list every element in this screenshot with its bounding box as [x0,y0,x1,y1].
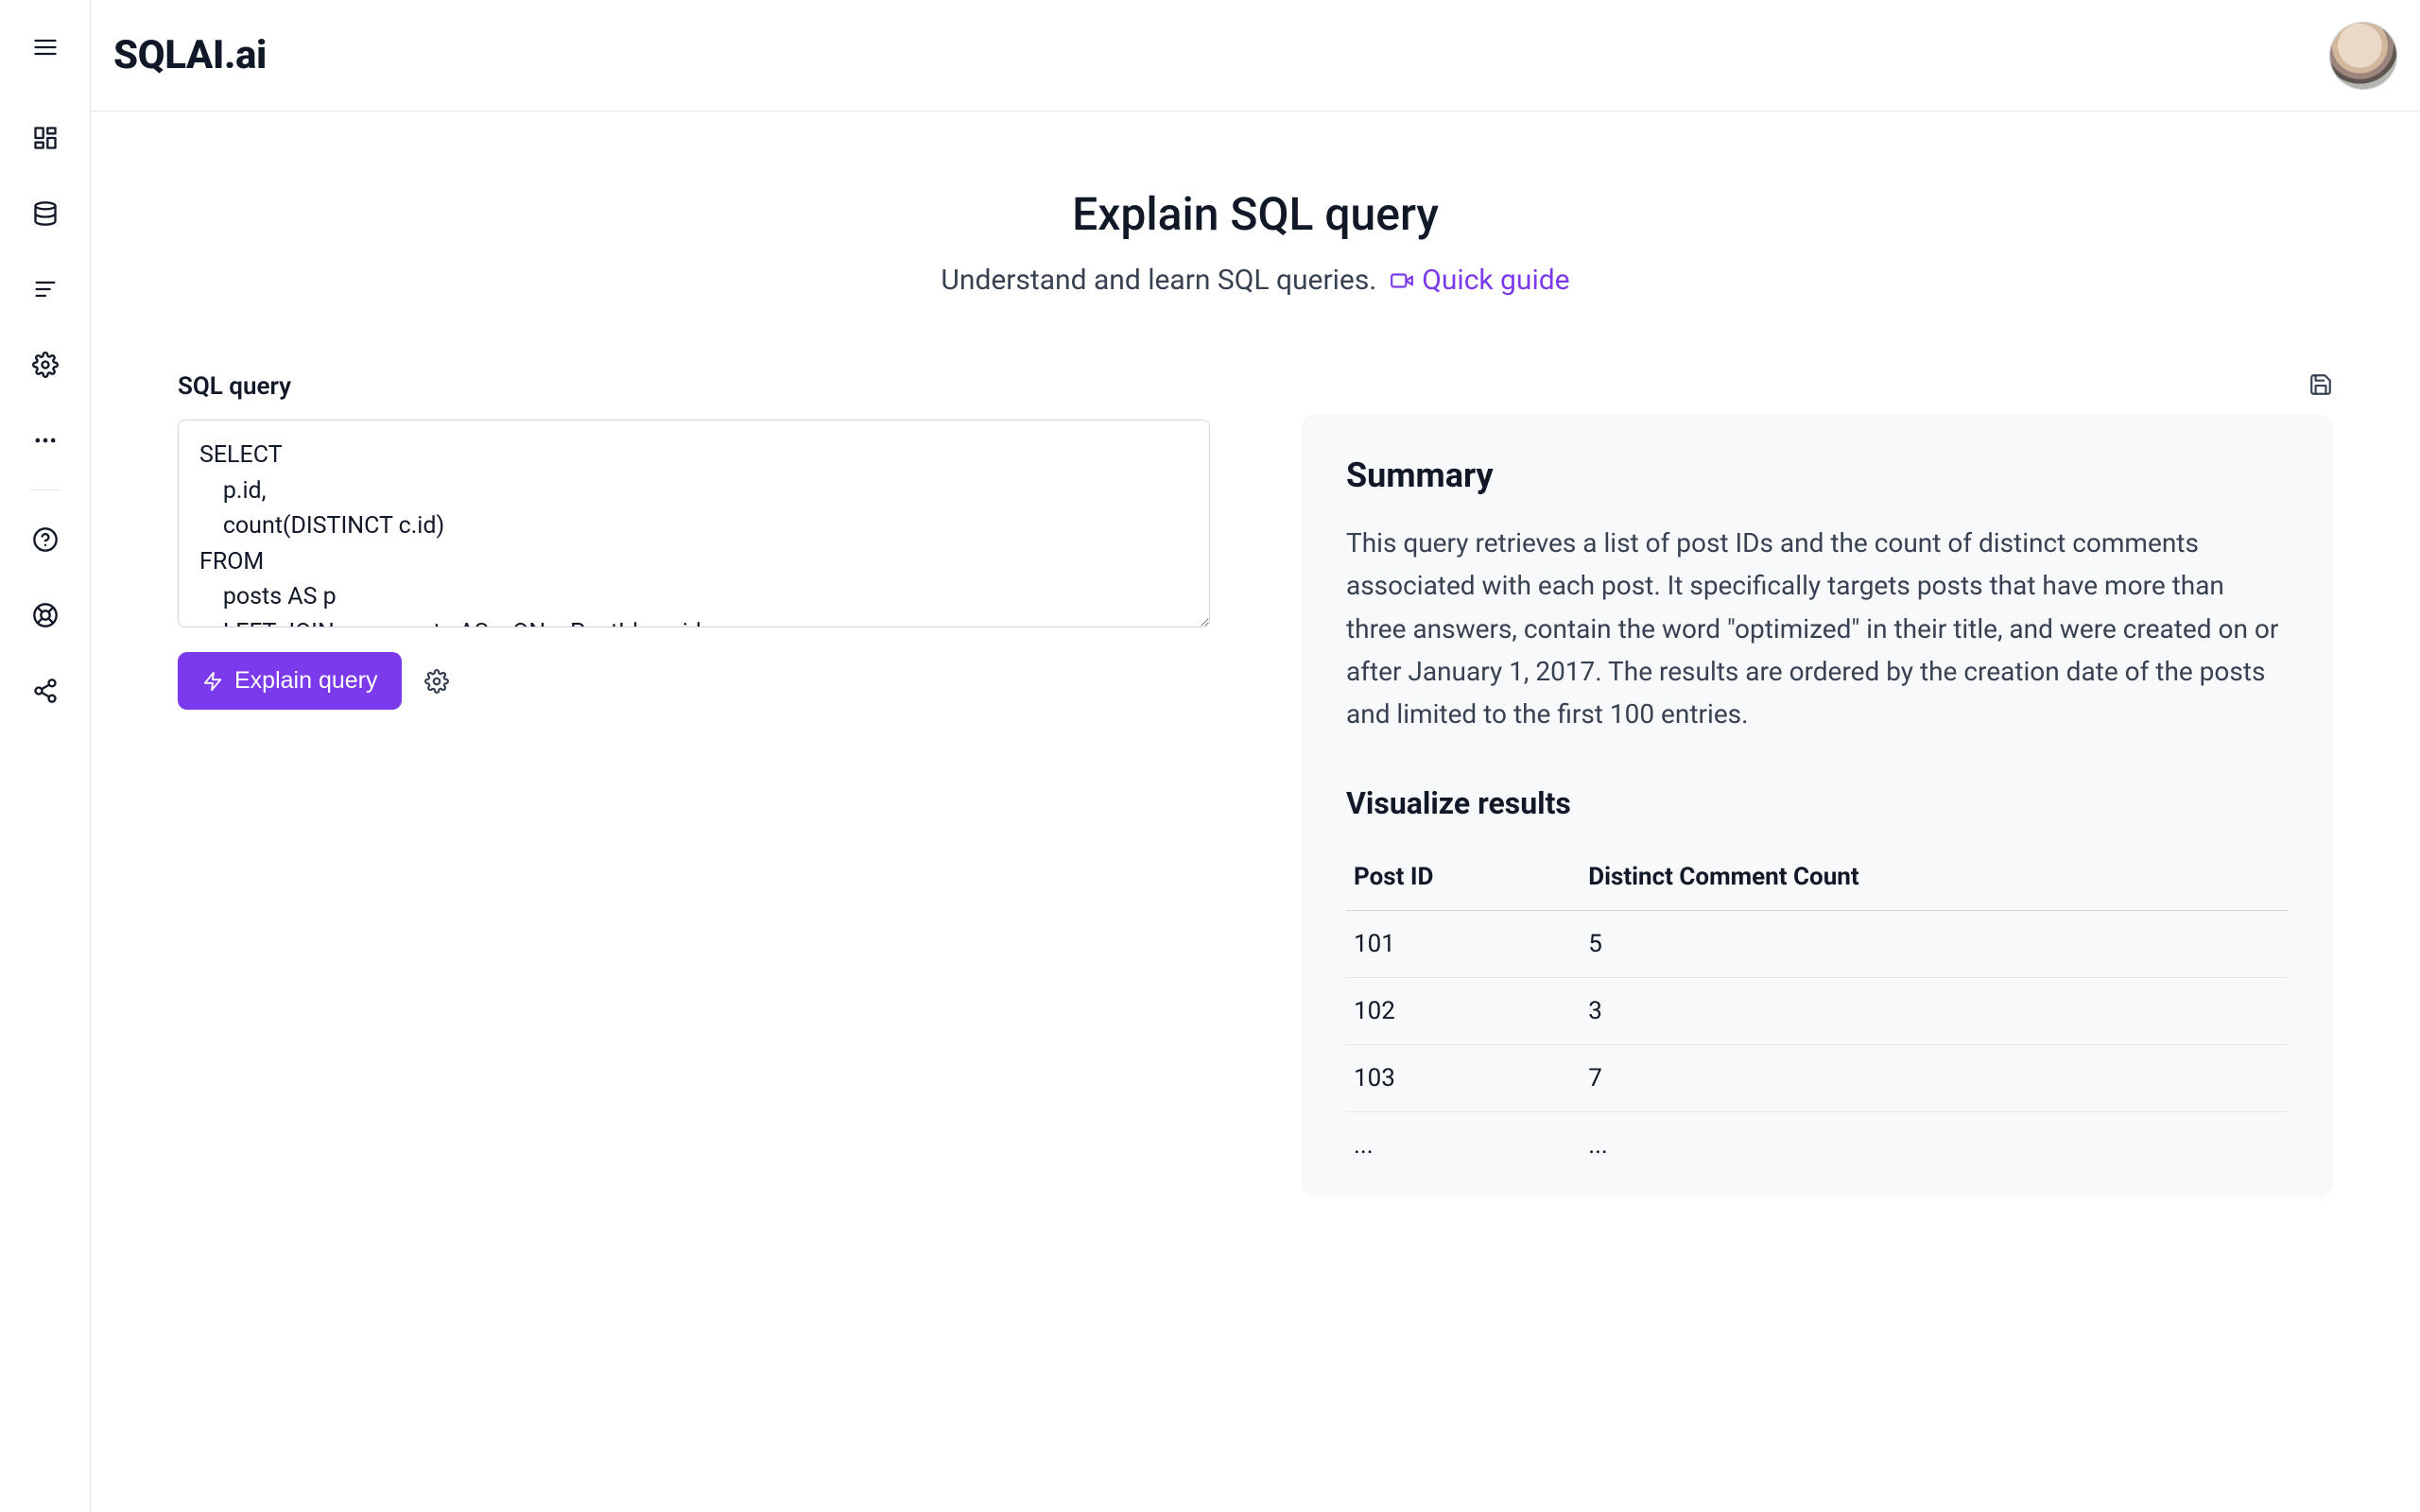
video-icon [1390,268,1414,293]
bolt-icon [202,671,223,692]
table-row: 1037 [1346,1044,2288,1111]
table-cell: ... [1346,1111,1581,1178]
save-icon [2308,372,2333,397]
lifebuoy-icon[interactable] [19,589,72,642]
summary-heading: Summary [1346,455,2288,495]
table-cell: 101 [1346,910,1581,977]
page-title: Explain SQL query [178,187,2333,241]
explain-query-button[interactable]: Explain query [178,652,402,710]
dashboard-icon[interactable] [19,112,72,164]
text-lines-icon[interactable] [19,263,72,316]
table-cell: 103 [1346,1044,1581,1111]
quick-guide-link[interactable]: Quick guide [1390,264,1569,297]
table-cell: 7 [1581,1044,2288,1111]
table-cell: 3 [1581,977,2288,1044]
database-icon[interactable] [19,187,72,240]
page-subtitle: Understand and learn SQL queries. Quick … [941,264,1569,297]
results-table: Post IDDistinct Comment Count 1015102310… [1346,844,2288,1178]
table-column-header: Post ID [1346,844,1581,911]
ellipsis-icon[interactable] [19,414,72,467]
summary-panel: Summary This query retrieves a list of p… [1301,414,2333,1197]
gear-icon[interactable] [19,338,72,391]
summary-text: This query retrieves a list of post IDs … [1346,522,2288,736]
table-cell: 102 [1346,977,1581,1044]
table-row: 1023 [1346,977,2288,1044]
menu-icon[interactable] [19,21,72,74]
sql-query-input[interactable] [178,420,1210,627]
help-circle-icon[interactable] [19,513,72,566]
sidebar [0,0,91,1512]
save-button[interactable] [2308,372,2333,397]
avatar[interactable] [2329,22,2397,90]
table-cell: 5 [1581,910,2288,977]
table-column-header: Distinct Comment Count [1581,844,2288,911]
table-row: ...... [1346,1111,2288,1178]
table-cell: ... [1581,1111,2288,1178]
topbar: SQLAI.ai [91,0,2420,112]
sql-query-label: SQL query [178,372,1210,401]
gear-icon [424,669,449,694]
brand-logo[interactable]: SQLAI.ai [113,32,267,78]
share-icon[interactable] [19,664,72,717]
visualize-heading: Visualize results [1346,785,2288,821]
table-row: 1015 [1346,910,2288,977]
settings-button[interactable] [424,669,449,694]
